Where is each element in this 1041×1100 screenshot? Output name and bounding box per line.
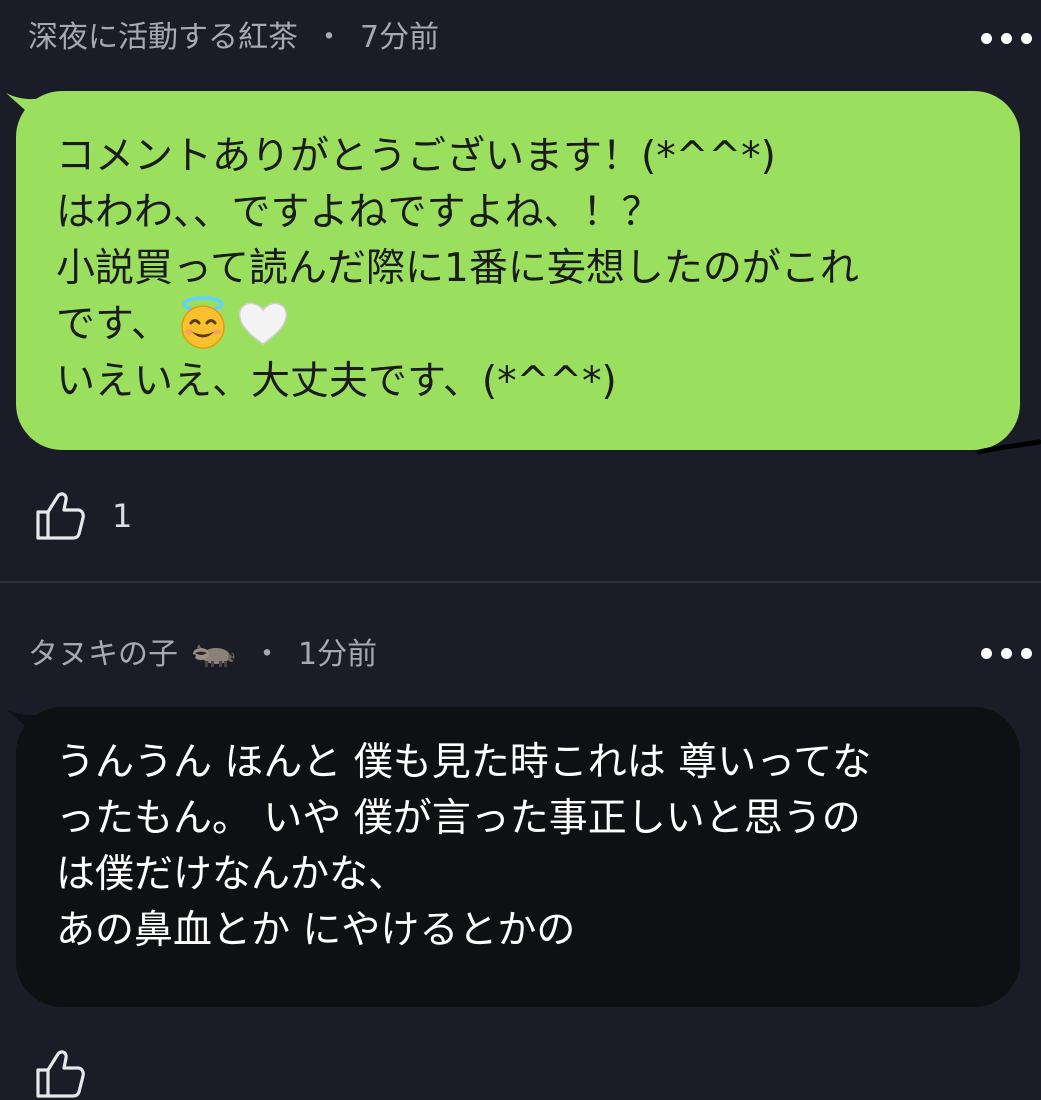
raccoon-icon xyxy=(192,643,235,667)
comment-time: 1分前 xyxy=(298,637,378,672)
more-dot-icon xyxy=(981,32,992,44)
thumbs-up-icon xyxy=(36,492,85,540)
author-name[interactable]: 深夜に活動する紅茶 xyxy=(28,20,298,55)
scribble-mark xyxy=(976,439,1041,455)
like-count: 1 xyxy=(112,497,133,535)
thumbs-up-icon xyxy=(36,1050,85,1098)
more-options-button[interactable] xyxy=(981,633,1041,673)
comment-bubble: うんうん ほんと 僕も見た時これは 尊いってな ったもん。 いや 僕が言った事正… xyxy=(16,707,1020,1007)
comment-line: ったもん。 いや 僕が言った事正しいと思うの xyxy=(56,796,861,841)
comment-line-with-emoji: です、 xyxy=(56,295,980,354)
author-name[interactable]: タヌキの子 xyxy=(28,637,178,672)
like-button[interactable] xyxy=(34,1048,86,1100)
comment-time: 7分前 xyxy=(360,20,440,55)
meta-separator: ・ xyxy=(252,637,282,672)
comment-item: タヌキの子 ・ 1分前 うんうん ほんと 僕も見た時これは 尊いってな ったもん。… xyxy=(0,583,1041,1098)
more-dot-icon xyxy=(1001,647,1012,659)
more-dot-icon xyxy=(981,647,992,659)
comment-line: 小説買って読んだ際に1番に妄想したのがこれ xyxy=(56,246,859,291)
comment-line: はわわ、、ですよねですよね、！？ xyxy=(56,190,661,235)
comment-bubble: コメントありがとうございます！(*^^*) はわわ、、ですよねですよね、！？ 小… xyxy=(16,91,1020,450)
comment-line: コメントありがとうございます！(*^^*) xyxy=(56,134,776,179)
meta-separator: ・ xyxy=(314,20,344,55)
smiling-face-with-halo-icon xyxy=(181,295,225,349)
more-dot-icon xyxy=(1021,647,1032,659)
white-heart-icon xyxy=(238,302,287,345)
comment-line: です、 xyxy=(56,302,170,347)
comment-line: いえいえ、大丈夫です、(*^^*) xyxy=(56,358,617,404)
more-dot-icon xyxy=(1001,32,1012,44)
more-options-button[interactable] xyxy=(981,18,1041,58)
like-button[interactable]: 1 xyxy=(34,490,132,542)
comment-line: あの鼻血とか にやけるとかの xyxy=(56,908,576,953)
comment-meta: タヌキの子 ・ 1分前 xyxy=(28,635,377,675)
comment-item: 深夜に活動する紅茶・ 7分前 コメントありがとうございます！(*^^*) はわわ、… xyxy=(0,0,1041,582)
comment-line: うんうん ほんと 僕も見た時これは 尊いってな xyxy=(56,740,872,785)
comment-meta: 深夜に活動する紅茶・ 7分前 xyxy=(28,18,439,58)
comment-line: は僕だけなんかな、 xyxy=(56,852,408,897)
more-dot-icon xyxy=(1021,32,1032,44)
